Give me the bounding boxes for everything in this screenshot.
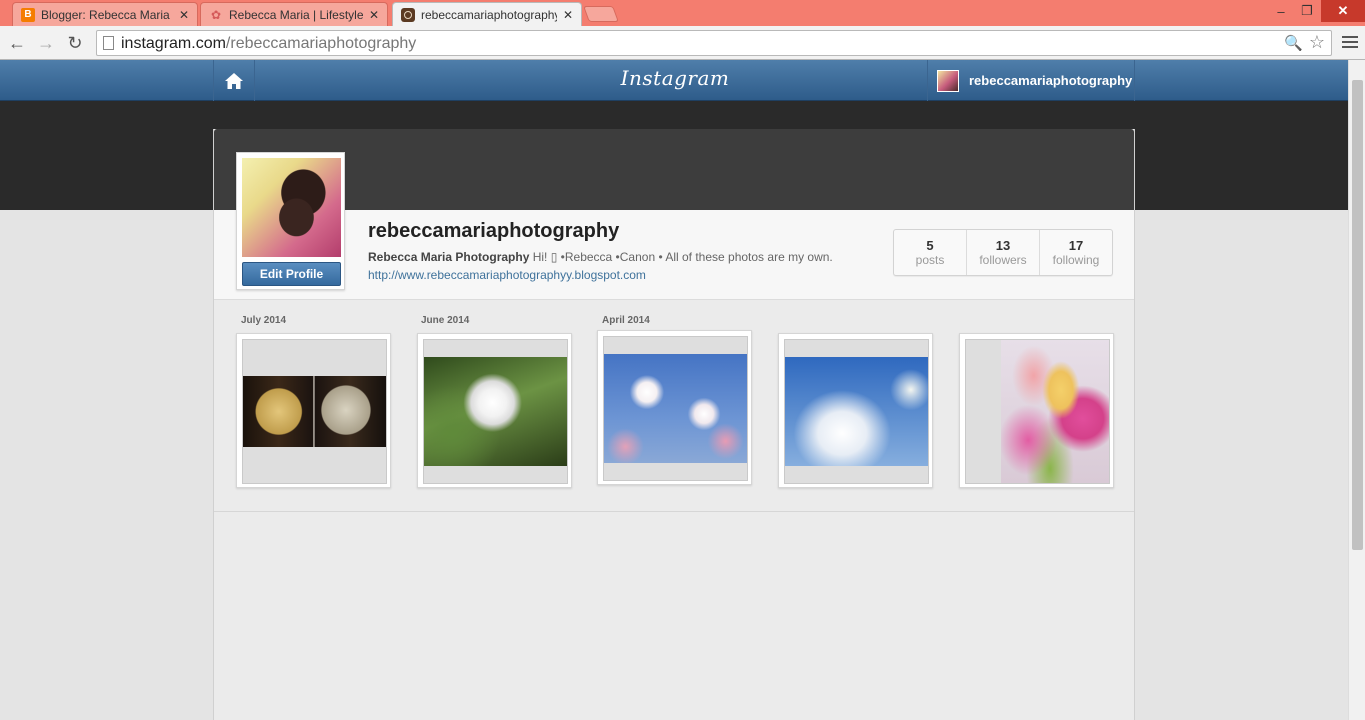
browser-tab-instagram[interactable]: rebeccamariaphotography ✕ — [392, 2, 582, 26]
close-tab-icon[interactable]: ✕ — [563, 8, 573, 22]
restore-icon[interactable]: ❐ — [1294, 0, 1320, 22]
back-icon[interactable]: ← — [6, 32, 28, 54]
close-tab-icon[interactable]: ✕ — [369, 8, 379, 22]
flower-icon: ✿ — [210, 7, 222, 22]
photo-image — [604, 354, 747, 463]
window-close-icon[interactable]: ✕ — [1321, 0, 1365, 22]
stat-label: following — [1052, 252, 1100, 267]
photo-thumbnail-tulips[interactable] — [959, 333, 1114, 488]
reload-icon[interactable]: ↻ — [64, 32, 86, 54]
stat-followers[interactable]: 13 followers — [967, 230, 1040, 275]
header-username: rebeccamariaphotography — [969, 73, 1133, 88]
home-button[interactable] — [213, 60, 255, 101]
home-icon — [225, 72, 243, 89]
photo-frame — [242, 339, 387, 484]
stat-value: 5 — [926, 237, 934, 253]
profile-avatar[interactable] — [242, 158, 341, 257]
profile-stats: 5 posts 13 followers 17 following — [893, 229, 1113, 276]
profile-full-name: Rebecca Maria Photography — [368, 250, 530, 264]
photo-image — [243, 376, 386, 447]
profile-bio-text: Hi! ▯ •Rebecca •Canon • All of these pho… — [529, 250, 833, 264]
profile-website-link[interactable]: http://www.rebeccamariaphotographyy.blog… — [368, 268, 646, 282]
profile-card: Edit Profile rebeccamariaphotography Reb… — [213, 129, 1135, 720]
photo-image — [424, 357, 567, 466]
photo-thumbnail-sky[interactable] — [778, 333, 933, 488]
address-bar[interactable]: instagram.com/rebeccamariaphotography 🔍 … — [96, 30, 1332, 56]
tab-title: rebeccamariaphotography — [421, 7, 557, 22]
photo-frame — [784, 339, 929, 484]
minimize-icon[interactable]: – — [1268, 0, 1294, 22]
stat-value: 13 — [995, 237, 1011, 253]
tab-title: Rebecca Maria | Lifestyle, F — [229, 7, 363, 22]
edit-profile-button[interactable]: Edit Profile — [242, 262, 341, 286]
profile-username: rebeccamariaphotography — [368, 220, 620, 242]
forward-icon[interactable]: → — [35, 32, 57, 54]
photo-thumbnail-dandelion[interactable] — [417, 333, 572, 488]
photo-thumbnail-blossoms[interactable] — [597, 330, 752, 485]
photo-frame — [423, 339, 568, 484]
stat-posts[interactable]: 5 posts — [894, 230, 967, 275]
url-path: /rebeccamariaphotography — [225, 35, 417, 52]
browser-toolbar: ← → ↻ instagram.com/rebeccamariaphotogra… — [0, 26, 1365, 60]
page-scrollbar[interactable] — [1348, 60, 1365, 720]
stat-label: followers — [979, 252, 1027, 267]
scrollbar-thumb[interactable] — [1352, 80, 1363, 550]
month-label: April 2014 — [602, 315, 650, 326]
new-tab-button[interactable] — [583, 6, 619, 22]
instagram-header: Instagram rebeccamariaphotography — [0, 60, 1348, 101]
stat-value: 17 — [1068, 237, 1084, 253]
instagram-logo[interactable]: Instagram — [590, 66, 760, 90]
user-menu[interactable]: rebeccamariaphotography — [927, 60, 1135, 101]
profile-bio: Rebecca Maria Photography Hi! ▯ •Rebecca… — [368, 250, 833, 264]
chrome-menu-icon[interactable] — [1342, 34, 1358, 50]
photo-image — [1001, 340, 1109, 483]
photo-frame — [603, 336, 748, 481]
stat-label: posts — [915, 252, 945, 267]
tab-strip: B Blogger: Rebecca Maria | L ✕ ✿ Rebecca… — [0, 0, 1365, 26]
header-avatar — [937, 69, 959, 92]
tab-title: Blogger: Rebecca Maria | L — [41, 7, 173, 22]
divider — [214, 511, 1134, 512]
browser-tab-blogger[interactable]: B Blogger: Rebecca Maria | L ✕ — [12, 2, 198, 26]
instagram-icon — [401, 7, 415, 22]
address-url[interactable]: instagram.com/rebeccamariaphotography — [121, 35, 416, 53]
blogger-icon: B — [21, 7, 35, 22]
page-icon — [103, 36, 114, 50]
photo-frame — [965, 339, 1110, 484]
photo-thumbnail-coins[interactable] — [236, 333, 391, 488]
page-viewport: Instagram rebeccamariaphotography Edit P… — [0, 60, 1348, 720]
stat-following[interactable]: 17 following — [1040, 230, 1112, 275]
url-host: instagram.com — [121, 35, 226, 52]
month-label: July 2014 — [241, 315, 287, 326]
close-tab-icon[interactable]: ✕ — [179, 8, 189, 22]
month-label: June 2014 — [421, 315, 470, 326]
profile-avatar-box: Edit Profile — [236, 152, 345, 290]
profile-cover — [214, 129, 1134, 210]
zoom-icon[interactable]: 🔍 — [1284, 34, 1303, 52]
browser-tab-blog[interactable]: ✿ Rebecca Maria | Lifestyle, F ✕ — [200, 2, 388, 26]
photo-image — [785, 357, 928, 466]
bookmark-star-icon[interactable]: ☆ — [1309, 32, 1325, 53]
